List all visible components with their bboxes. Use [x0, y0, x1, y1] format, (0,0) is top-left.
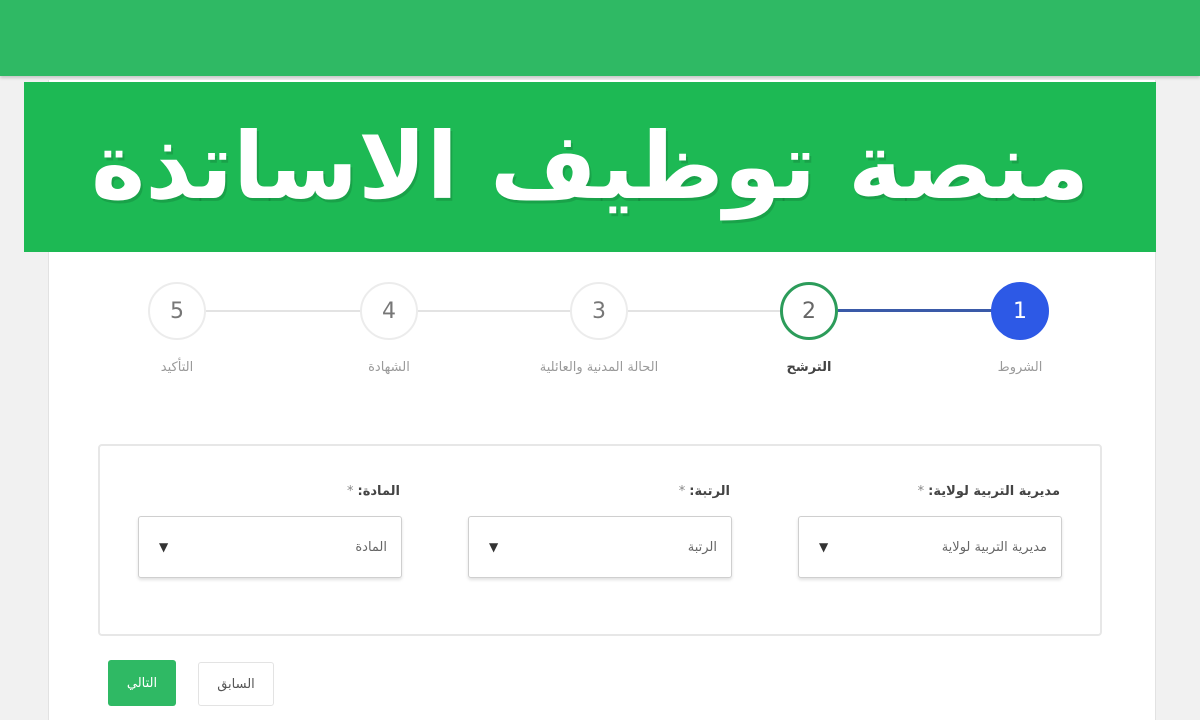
step-2-circle[interactable]: 2	[780, 282, 838, 340]
rank-label-text: الرتبة:	[689, 484, 730, 499]
step-1-circle[interactable]: 1	[991, 282, 1049, 340]
required-mark: *	[678, 484, 686, 499]
banner: منصة توظيف الاساتذة	[24, 82, 1156, 252]
step-1-label: الشروط	[997, 360, 1043, 375]
step-5-label: التأكيد	[160, 360, 194, 375]
rank-select[interactable]: ▼ الرتبة	[468, 516, 732, 578]
banner-title: منصة توظيف الاساتذة	[90, 113, 1090, 220]
step-3-label: الحالة المدنية والعائلية	[539, 360, 659, 375]
directorate-select-value: مديرية التربية لولاية	[941, 539, 1047, 555]
subject-label: المادة:*	[347, 484, 400, 499]
step-5-circle[interactable]: 5	[148, 282, 206, 340]
required-mark: *	[347, 484, 354, 499]
caret-down-icon: ▼	[819, 540, 829, 554]
step-2-label: الترشح	[786, 360, 832, 375]
step-3-circle[interactable]: 3	[570, 282, 628, 340]
step-4-label: الشهادة	[368, 360, 410, 375]
subject-select-value: المادة	[355, 539, 387, 555]
rank-select-value: الرتبة	[687, 539, 717, 555]
required-mark: *	[917, 484, 925, 499]
caret-down-icon: ▼	[489, 540, 499, 554]
caret-down-icon: ▼	[159, 540, 169, 554]
next-button[interactable]: التالي	[108, 660, 176, 706]
directorate-label: مديرية التربية لولاية:*	[918, 484, 1060, 499]
top-bar	[0, 0, 1200, 76]
directorate-select[interactable]: ▼ مديرية التربية لولاية	[798, 516, 1062, 578]
step-4-circle[interactable]: 4	[360, 282, 418, 340]
rank-label: الرتبة:*	[679, 484, 730, 499]
previous-button[interactable]: السابق	[198, 662, 274, 706]
subject-label-text: المادة:	[357, 484, 400, 499]
directorate-label-text: مديرية التربية لولاية:	[928, 484, 1060, 499]
subject-select[interactable]: ▼ المادة	[138, 516, 402, 578]
